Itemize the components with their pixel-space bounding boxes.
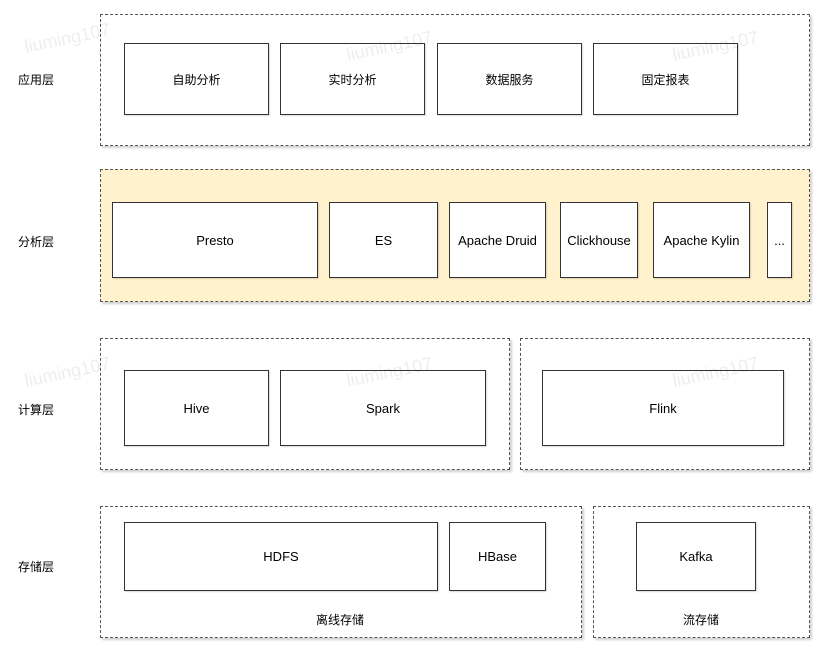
box-hive: Hive	[124, 370, 269, 446]
watermark: liuming107	[22, 353, 113, 391]
watermark: liuming107	[22, 19, 113, 57]
box-kafka: Kafka	[636, 522, 756, 591]
box-apache-druid: Apache Druid	[449, 202, 546, 278]
row-label-storage: 存储层	[18, 560, 55, 574]
box-hbase: HBase	[449, 522, 546, 591]
row-label-analysis: 分析层	[18, 235, 55, 249]
box-fixed-reports: 固定报表	[593, 43, 738, 115]
box-es: ES	[329, 202, 438, 278]
row-label-compute: 计算层	[18, 403, 55, 417]
box-apache-kylin: Apache Kylin	[653, 202, 750, 278]
box-realtime-analysis: 实时分析	[280, 43, 425, 115]
box-hdfs: HDFS	[124, 522, 438, 591]
box-more: ...	[767, 202, 792, 278]
box-clickhouse: Clickhouse	[560, 202, 638, 278]
box-spark: Spark	[280, 370, 486, 446]
box-data-service: 数据服务	[437, 43, 582, 115]
caption-stream-storage: 流存储	[682, 613, 720, 627]
caption-offline-storage: 离线存储	[315, 613, 365, 627]
box-presto: Presto	[112, 202, 318, 278]
box-flink: Flink	[542, 370, 784, 446]
box-self-service-analysis: 自助分析	[124, 43, 269, 115]
row-label-application: 应用层	[18, 73, 55, 87]
